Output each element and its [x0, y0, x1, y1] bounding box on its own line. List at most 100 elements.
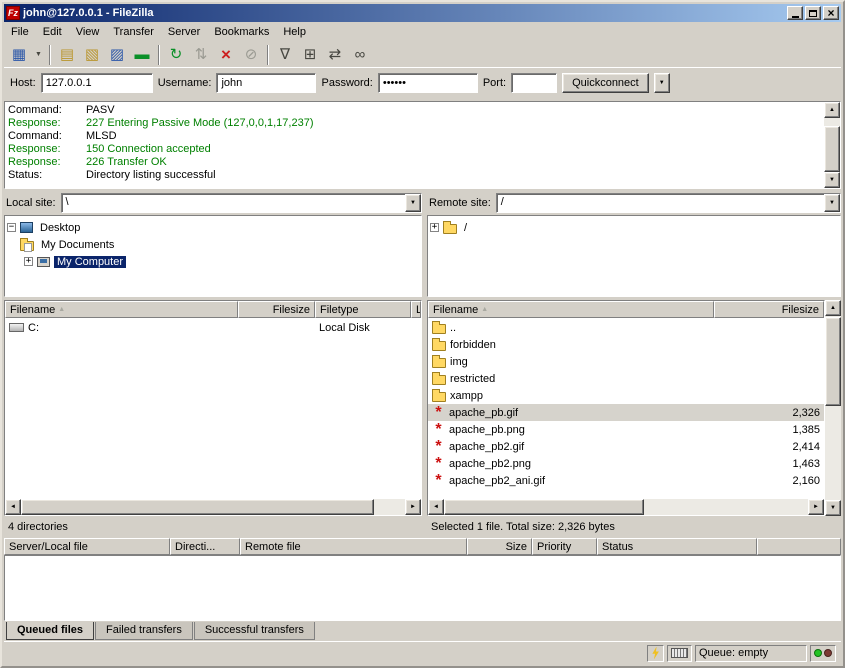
tab-failed-transfers[interactable]: Failed transfers [95, 622, 193, 640]
scrollbar-thumb[interactable] [824, 126, 840, 172]
remote-horizontal-scrollbar[interactable]: ◄ ► [428, 499, 824, 515]
scrollbar-track[interactable] [825, 316, 841, 500]
tab-successful-transfers[interactable]: Successful transfers [194, 622, 315, 640]
scroll-left-button[interactable]: ◄ [5, 499, 21, 515]
scroll-right-button[interactable]: ► [405, 499, 421, 515]
username-label: Username: [158, 77, 212, 89]
menu-view[interactable]: View [69, 23, 107, 41]
combo-dropdown-button[interactable]: ▼ [405, 194, 421, 212]
toggle-local-tree-button[interactable]: ▧ [80, 44, 104, 66]
remote-file-row[interactable]: xampp [428, 387, 824, 404]
column-label: Filesize [782, 304, 819, 316]
expand-icon[interactable]: + [24, 257, 33, 266]
chevron-down-icon: ▼ [829, 200, 835, 206]
scroll-down-button[interactable]: ▼ [825, 500, 841, 516]
queue-list[interactable] [4, 555, 841, 621]
menu-server[interactable]: Server [161, 23, 207, 41]
remote-file-row[interactable]: .. [428, 319, 824, 336]
encryption-indicator[interactable] [667, 645, 692, 662]
remote-file-row[interactable]: *apache_pb2_ani.gif2,160 [428, 472, 824, 489]
scroll-up-button[interactable]: ▲ [825, 300, 841, 316]
scroll-right-button[interactable]: ► [808, 499, 824, 515]
log-text: PASV [86, 104, 115, 117]
column-size[interactable]: Size [467, 538, 532, 555]
scrollbar-track[interactable] [21, 499, 405, 515]
column-filename[interactable]: Filename▲ [428, 301, 714, 318]
remote-file-row[interactable]: *apache_pb2.png1,463 [428, 455, 824, 472]
remote-file-row[interactable]: restricted [428, 370, 824, 387]
menu-transfer[interactable]: Transfer [106, 23, 161, 41]
remote-site-combo[interactable]: / ▼ [496, 193, 841, 213]
remote-file-row-selected[interactable]: *apache_pb.gif2,326 [428, 404, 824, 421]
scroll-up-button[interactable]: ▲ [824, 102, 840, 118]
log-scrollbar[interactable]: ▲ ▼ [824, 102, 840, 188]
column-status[interactable]: Status [597, 538, 757, 555]
filter-button[interactable]: ∇ [273, 44, 297, 66]
process-queue-button[interactable]: ⇅ [189, 44, 213, 66]
local-file-list-wrap: Filename▲ Filesize Filetype L C: Local D… [4, 300, 422, 516]
expand-icon[interactable]: + [430, 223, 439, 232]
scrollbar-thumb[interactable] [444, 499, 644, 515]
collapse-icon[interactable]: − [7, 223, 16, 232]
menu-edit[interactable]: Edit [36, 23, 69, 41]
toggle-queue-button[interactable]: ▬ [130, 44, 154, 66]
refresh-button[interactable]: ↻ [164, 44, 188, 66]
menu-help[interactable]: Help [276, 23, 313, 41]
local-file-list: Filename▲ Filesize Filetype L C: Local D… [4, 300, 422, 516]
scroll-down-button[interactable]: ▼ [824, 172, 840, 188]
username-input[interactable] [216, 73, 316, 93]
column-remote-file[interactable]: Remote file [240, 538, 467, 555]
compare-button[interactable]: ⊞ [298, 44, 322, 66]
column-filesize[interactable]: Filesize [714, 301, 824, 318]
titlebar[interactable]: Fz john@127.0.0.1 - FileZilla × [4, 4, 841, 22]
maximize-button[interactable] [805, 6, 821, 20]
local-file-row-c-drive[interactable]: C: Local Disk [5, 319, 421, 336]
site-manager-dropdown-button[interactable]: ▼ [32, 44, 45, 66]
toggle-remote-tree-button[interactable]: ▨ [105, 44, 129, 66]
scrollbar-thumb[interactable] [825, 317, 841, 405]
tree-item-desktop[interactable]: − Desktop [7, 219, 419, 236]
receive-led-icon [814, 649, 822, 657]
password-input[interactable] [378, 73, 478, 93]
cancel-button[interactable]: × [214, 44, 238, 66]
minimize-button[interactable] [787, 6, 803, 20]
tree-item-my-documents[interactable]: My Documents [20, 236, 419, 253]
column-filetype[interactable]: Filetype [315, 301, 411, 318]
column-server-local-file[interactable]: Server/Local file [4, 538, 170, 555]
notification-indicator[interactable] [647, 645, 664, 662]
remote-vertical-scrollbar[interactable]: ▲ ▼ [825, 300, 841, 516]
scrollbar-thumb[interactable] [21, 499, 374, 515]
tree-item-my-computer[interactable]: + My Computer [24, 253, 419, 270]
close-button[interactable]: × [823, 6, 839, 20]
menu-bookmarks[interactable]: Bookmarks [207, 23, 276, 41]
column-direction[interactable]: Directi... [170, 538, 240, 555]
sync-browse-button[interactable]: ⇄ [323, 44, 347, 66]
port-input[interactable] [511, 73, 557, 93]
tree-item-root[interactable]: + / [430, 219, 838, 236]
queue-status: Queue: empty [695, 645, 807, 662]
menu-file[interactable]: File [4, 23, 36, 41]
remote-file-row[interactable]: *apache_pb.png1,385 [428, 421, 824, 438]
scroll-left-button[interactable]: ◄ [428, 499, 444, 515]
find-button[interactable]: ∞ [348, 44, 372, 66]
remote-file-row[interactable]: *apache_pb2.gif2,414 [428, 438, 824, 455]
remote-file-row[interactable]: img [428, 353, 824, 370]
column-filename[interactable]: Filename▲ [5, 301, 238, 318]
toggle-message-log-button[interactable]: ▤ [55, 44, 79, 66]
host-input[interactable] [41, 73, 153, 93]
local-horizontal-scrollbar[interactable]: ◄ ► [5, 499, 421, 515]
remote-file-row[interactable]: forbidden [428, 336, 824, 353]
scrollbar-track[interactable] [824, 118, 840, 172]
disconnect-button[interactable]: ⊘ [239, 44, 263, 66]
quickconnect-dropdown-button[interactable]: ▼ [654, 73, 670, 93]
column-filesize[interactable]: Filesize [238, 301, 315, 318]
scrollbar-track[interactable] [444, 499, 808, 515]
quickconnect-button[interactable]: Quickconnect [562, 73, 649, 93]
site-manager-button[interactable]: ▦ [7, 44, 31, 66]
column-last-modified[interactable]: L [411, 301, 421, 318]
column-priority[interactable]: Priority [532, 538, 597, 555]
tab-queued-files[interactable]: Queued files [6, 622, 94, 640]
remote-site-value: / [497, 194, 824, 212]
combo-dropdown-button[interactable]: ▼ [824, 194, 840, 212]
local-site-combo[interactable]: \ ▼ [61, 193, 422, 213]
